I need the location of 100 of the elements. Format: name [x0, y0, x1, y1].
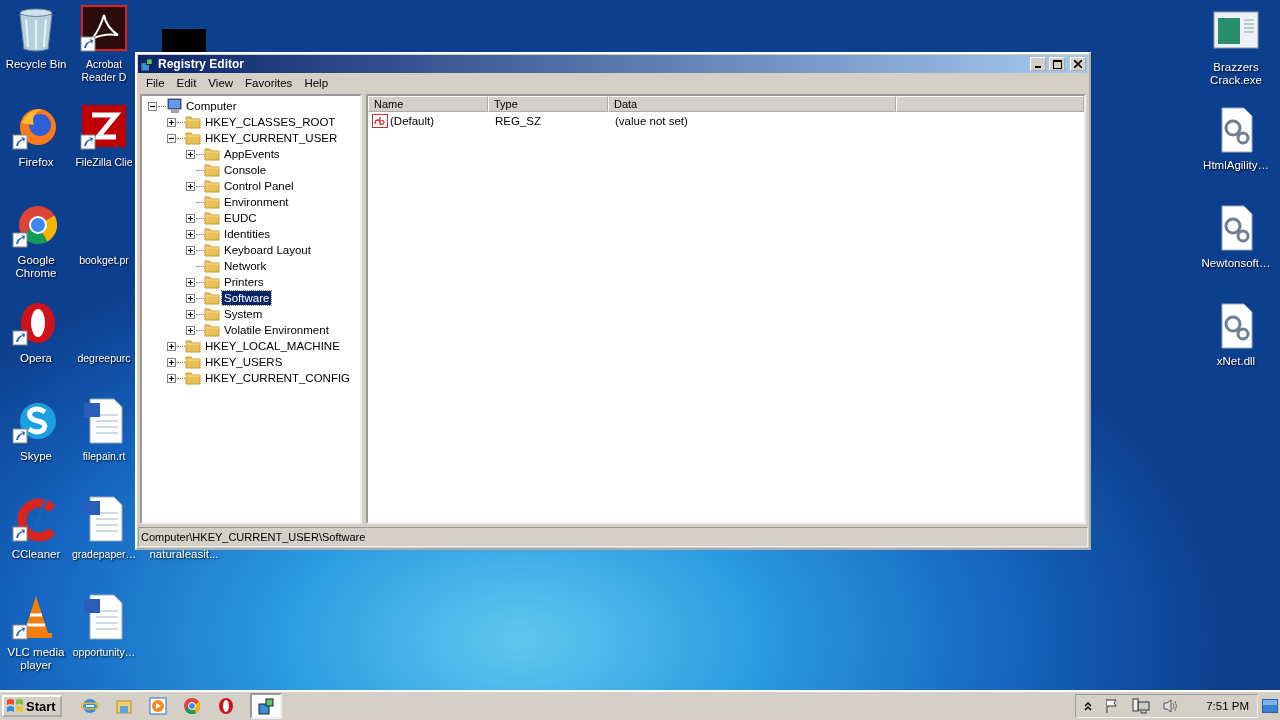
show-desktop-icon[interactable] [1262, 699, 1278, 713]
network-icon[interactable] [1132, 698, 1151, 714]
folder-icon [185, 370, 201, 386]
browser-icon[interactable] [216, 697, 235, 715]
folder-icon [204, 274, 220, 290]
collapse-box[interactable] [148, 101, 157, 111]
table-cell: REG_SZ [495, 115, 541, 127]
computer-icon [166, 98, 182, 114]
icon-label: CCleaner [11, 548, 61, 561]
registry-cubes-icon[interactable] [256, 697, 275, 715]
start-button[interactable]: Start [2, 695, 62, 717]
icon-label: Recycle Bin [5, 58, 67, 71]
folder-icon [204, 322, 220, 338]
status-bar: Computer\HKEY_CURRENT_USER\Software [138, 527, 1088, 547]
folder-icon [204, 178, 220, 194]
chevron-icon[interactable] [1084, 701, 1093, 711]
folder-icon [204, 162, 220, 178]
tree-item[interactable]: Volatile Environment [222, 323, 331, 337]
folder-icon [204, 290, 220, 306]
folder-icon [185, 130, 201, 146]
menu-item[interactable]: Help [298, 76, 335, 89]
tree-item[interactable]: Network [222, 259, 269, 273]
expand-box[interactable] [186, 277, 195, 287]
icon-label: Acrobat Reader D [80, 58, 128, 84]
folder-icon [204, 306, 220, 322]
tree-item[interactable]: HKEY_CURRENT_CONFIG [203, 371, 353, 385]
icon-label: Firefox [18, 156, 54, 169]
tree-item[interactable]: System [222, 307, 265, 321]
tree-item[interactable]: HKEY_CURRENT_USER [203, 131, 340, 145]
folder-icon [204, 210, 220, 226]
menu-item[interactable]: Favorites [239, 76, 299, 89]
window-title: Registry Editor [158, 57, 245, 71]
expand-box[interactable] [186, 325, 195, 335]
tree-item[interactable]: Identities [222, 227, 273, 241]
globe-icon[interactable] [80, 697, 99, 715]
maximize-button[interactable] [1049, 57, 1065, 71]
folder-icon [185, 338, 201, 354]
menu-item[interactable]: Edit [170, 76, 203, 89]
folder-icon [185, 114, 201, 130]
pdf-app-icon[interactable] [80, 5, 128, 53]
expand-box[interactable] [186, 245, 195, 255]
ftp-app-icon[interactable] [80, 103, 128, 151]
tree-item[interactable]: AppEvents [222, 147, 282, 161]
icon-label: Opera [20, 352, 52, 365]
expand-box[interactable] [167, 357, 176, 367]
tree-item[interactable]: Printers [222, 275, 266, 289]
registry-cubes-icon [140, 56, 155, 72]
four-pane-flag-icon [6, 698, 24, 714]
collapse-box[interactable] [167, 133, 176, 143]
tree-item[interactable]: Console [222, 163, 269, 177]
close-icon [1074, 60, 1082, 68]
tree-item[interactable]: Environment [222, 195, 291, 209]
clock[interactable]: 7:51 PM [1206, 700, 1249, 712]
expand-box[interactable] [186, 229, 195, 239]
minimize-button[interactable] [1030, 57, 1046, 71]
tree-item[interactable]: Computer [184, 99, 239, 113]
icon-label: HtmlAgility… [1203, 159, 1269, 172]
table-cell: (value not set) [615, 115, 688, 127]
tree-item[interactable]: EUDC [222, 211, 259, 225]
column-header[interactable]: Name [368, 96, 488, 112]
table-cell: (Default) [390, 115, 435, 127]
tree-item[interactable]: Software [222, 291, 272, 305]
expand-box[interactable] [167, 341, 176, 351]
expand-box[interactable] [186, 181, 195, 191]
close-button[interactable] [1070, 57, 1086, 71]
expand-box[interactable] [186, 293, 195, 303]
expand-box[interactable] [186, 149, 195, 159]
folder-icon [185, 354, 201, 370]
icon-label: FileZilla Clie [75, 156, 133, 169]
text-value-icon [372, 114, 388, 128]
icon-label: filepain.rt [82, 450, 126, 463]
folder-icon [204, 194, 220, 210]
column-header[interactable]: Data [608, 96, 896, 112]
menu-item[interactable]: File [140, 76, 171, 89]
icon-label: naturaleasit... [149, 548, 219, 561]
menu-item[interactable]: View [202, 76, 240, 89]
tree-item[interactable]: Keyboard Layout [222, 243, 313, 257]
icon-label: opportunity… [72, 646, 136, 659]
icon-label: VLC media player [6, 646, 66, 672]
maximize-icon [1052, 59, 1062, 69]
tree-item[interactable]: HKEY_USERS [203, 355, 285, 369]
icon-label: Google Chrome [14, 254, 58, 280]
tree-item[interactable]: HKEY_CLASSES_ROOT [203, 115, 338, 129]
icon-label: bookget.pr [79, 254, 129, 267]
column-header[interactable]: Type [488, 96, 608, 112]
expand-box[interactable] [186, 213, 195, 223]
expand-box[interactable] [186, 309, 195, 319]
expand-box[interactable] [167, 117, 176, 127]
icon-label: gradepaper… [71, 548, 137, 561]
icon-label: xNet.dll [1216, 355, 1256, 368]
tree-item[interactable]: Control Panel [222, 179, 296, 193]
folder-icon [204, 242, 220, 258]
folder-icon [204, 258, 220, 274]
icon-label: Newtonsoft… [1201, 257, 1271, 270]
folder-icon [204, 146, 220, 162]
tree-item[interactable]: HKEY_LOCAL_MACHINE [203, 339, 342, 353]
folder-icon [204, 226, 220, 242]
media-player-icon[interactable] [148, 697, 167, 715]
icon-label: degreepurc [77, 352, 131, 365]
expand-box[interactable] [167, 373, 176, 383]
